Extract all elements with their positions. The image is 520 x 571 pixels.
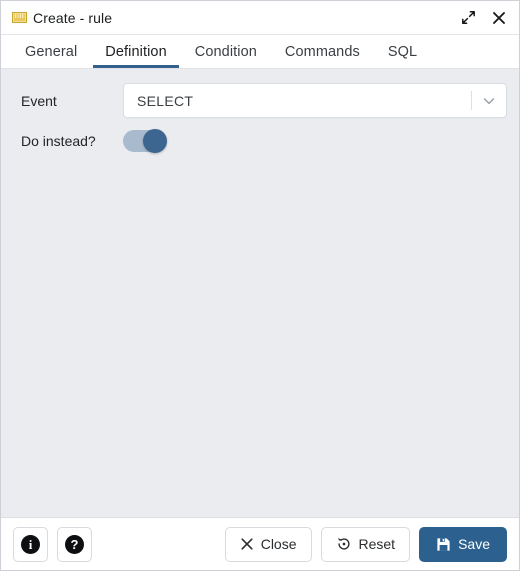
chevron-down-icon[interactable] xyxy=(472,93,506,109)
event-label: Event xyxy=(21,92,57,109)
close-button-label: Close xyxy=(260,536,297,552)
tab-condition[interactable]: Condition xyxy=(181,35,271,68)
tab-commands[interactable]: Commands xyxy=(271,35,374,68)
create-rule-dialog: Create - rule General Definition Conditi… xyxy=(0,0,520,571)
help-icon: ? xyxy=(65,534,84,554)
tab-definition[interactable]: Definition xyxy=(91,35,180,68)
reset-button[interactable]: Reset xyxy=(320,526,411,562)
close-button[interactable]: Close xyxy=(224,526,312,562)
do-instead-toggle-wrap xyxy=(123,126,507,156)
dialog-tabs: General Definition Condition Commands SQ… xyxy=(1,35,519,69)
maximize-icon[interactable] xyxy=(459,9,477,27)
close-icon[interactable] xyxy=(490,9,508,27)
do-instead-toggle[interactable] xyxy=(123,129,167,153)
dialog-title-group: Create - rule xyxy=(12,10,459,26)
info-icon: i xyxy=(21,534,40,554)
do-instead-control xyxy=(123,126,507,156)
event-select[interactable]: SELECT xyxy=(123,83,507,118)
tab-sql[interactable]: SQL xyxy=(374,35,431,68)
save-button[interactable]: Save xyxy=(419,526,507,562)
save-button-label: Save xyxy=(458,536,490,552)
reset-button-label: Reset xyxy=(358,536,396,552)
dialog-footer: i ? Close Reset Save xyxy=(1,517,519,570)
reset-icon xyxy=(337,538,350,550)
save-icon xyxy=(437,537,450,551)
x-icon xyxy=(241,538,253,550)
dialog-titlebar: Create - rule xyxy=(1,1,519,35)
help-button[interactable]: ? xyxy=(57,526,92,562)
window-controls xyxy=(459,9,508,27)
definition-tab-panel: Event SELECT Do instead? xyxy=(1,69,519,517)
event-control: SELECT xyxy=(123,83,507,118)
dialog-title: Create - rule xyxy=(33,9,113,26)
event-select-value: SELECT xyxy=(137,92,194,109)
info-button[interactable]: i xyxy=(13,526,48,562)
footer-left-group: i ? xyxy=(13,526,92,562)
event-row: Event SELECT xyxy=(13,83,507,118)
footer-right-group: Close Reset Save xyxy=(224,526,507,562)
ruler-icon xyxy=(12,12,27,23)
toggle-knob xyxy=(143,129,167,153)
do-instead-row: Do instead? xyxy=(13,126,507,156)
do-instead-label: Do instead? xyxy=(21,133,96,149)
tab-general[interactable]: General xyxy=(11,35,91,68)
